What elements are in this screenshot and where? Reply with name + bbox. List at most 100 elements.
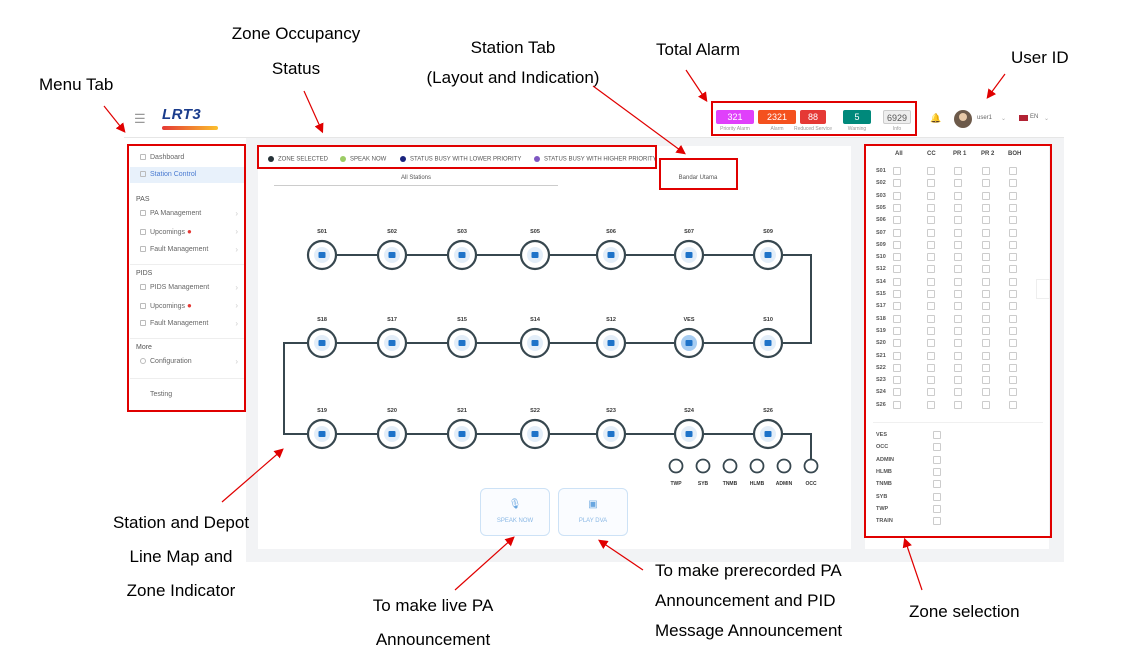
zone-checkbox[interactable] [982, 400, 990, 409]
zone-checkbox[interactable] [927, 326, 935, 335]
zone-checkbox[interactable] [954, 290, 962, 298]
depot-node[interactable] [722, 458, 738, 474]
sidebar-item-pids-management[interactable]: PIDS Management › [130, 280, 244, 296]
sidebar-item-pas-fault-management[interactable]: Fault Management › [130, 242, 244, 258]
zone-checkbox[interactable] [954, 203, 962, 212]
zone-checkbox[interactable] [982, 191, 990, 200]
zone-checkbox[interactable] [893, 253, 901, 262]
zone-checkbox[interactable] [982, 363, 990, 372]
zone-checkbox[interactable] [893, 302, 901, 311]
zone-checkbox[interactable] [1009, 277, 1017, 286]
zone-checkbox[interactable] [927, 216, 935, 225]
zone-checkbox[interactable] [893, 277, 901, 286]
zone-checkbox[interactable] [893, 265, 901, 274]
zone-checkbox[interactable] [1009, 326, 1017, 335]
zone-checkbox[interactable] [982, 388, 990, 397]
zone-checkbox[interactable] [927, 339, 935, 348]
zone-checkbox[interactable] [1009, 302, 1017, 311]
zone-checkbox[interactable] [982, 326, 990, 335]
zone-checkbox[interactable] [954, 216, 962, 225]
side-drawer-handle[interactable] [1036, 279, 1050, 299]
zone-checkbox[interactable] [954, 228, 962, 237]
zone-checkbox[interactable] [1009, 191, 1017, 200]
depot-node[interactable] [668, 458, 684, 474]
zone-checkbox[interactable] [927, 265, 935, 274]
zone-checkbox[interactable] [927, 302, 935, 311]
language-select[interactable]: EN [1030, 114, 1038, 120]
zone-checkbox[interactable] [1009, 339, 1017, 348]
zone-checkbox[interactable] [954, 388, 962, 397]
zone-checkbox[interactable] [954, 240, 962, 249]
zone-checkbox[interactable] [982, 253, 990, 262]
depot-node[interactable] [749, 458, 765, 474]
play-dva-button[interactable]: ▣ PLAY DVA [558, 488, 628, 536]
zone-checkbox[interactable] [893, 339, 901, 348]
sidebar-item-pa-management[interactable]: PA Management › [130, 206, 244, 222]
zone-checkbox[interactable] [982, 351, 990, 360]
sidebar-item-dashboard[interactable]: Dashboard [130, 150, 244, 166]
zone-checkbox[interactable] [1009, 376, 1017, 385]
depot-node[interactable] [803, 458, 819, 474]
zone-checkbox[interactable] [954, 253, 962, 262]
zone-checkbox[interactable] [893, 216, 901, 225]
hamburger-icon[interactable]: ☰ [134, 111, 146, 127]
zone-checkbox[interactable] [893, 167, 901, 175]
zone-checkbox[interactable] [954, 363, 962, 372]
depot-node[interactable] [776, 458, 792, 474]
zone-checkbox[interactable] [927, 363, 935, 372]
zone-checkbox[interactable] [933, 480, 941, 489]
zone-checkbox[interactable] [1009, 388, 1017, 397]
zone-checkbox[interactable] [954, 326, 962, 335]
zone-checkbox[interactable] [1009, 290, 1017, 298]
zone-checkbox[interactable] [927, 290, 935, 298]
speak-now-button[interactable]: 🎙 SPEAK NOW [480, 488, 550, 536]
zone-checkbox[interactable] [927, 253, 935, 262]
zone-checkbox[interactable] [1009, 216, 1017, 225]
zone-checkbox[interactable] [927, 388, 935, 397]
zone-checkbox[interactable] [982, 240, 990, 249]
zone-checkbox[interactable] [927, 191, 935, 200]
zone-checkbox[interactable] [927, 240, 935, 249]
zone-checkbox[interactable] [893, 363, 901, 372]
zone-checkbox[interactable] [927, 376, 935, 385]
zone-checkbox[interactable] [982, 302, 990, 311]
zone-checkbox[interactable] [982, 277, 990, 286]
zone-checkbox[interactable] [982, 216, 990, 225]
zone-checkbox[interactable] [893, 179, 901, 188]
sidebar-item-pids-fault-management[interactable]: Fault Management › [130, 316, 244, 332]
zone-checkbox[interactable] [1009, 253, 1017, 262]
zone-checkbox[interactable] [1009, 203, 1017, 212]
zone-checkbox[interactable] [982, 179, 990, 188]
zone-checkbox[interactable] [1009, 179, 1017, 188]
zone-checkbox[interactable] [954, 191, 962, 200]
zone-checkbox[interactable] [927, 351, 935, 360]
depot-node[interactable] [695, 458, 711, 474]
zone-checkbox[interactable] [933, 431, 941, 439]
zone-checkbox[interactable] [933, 443, 941, 452]
zone-checkbox[interactable] [954, 179, 962, 188]
chevron-down-icon[interactable]: ⌄ [1044, 115, 1049, 122]
zone-checkbox[interactable] [954, 277, 962, 286]
zone-checkbox[interactable] [954, 351, 962, 360]
zone-checkbox[interactable] [893, 351, 901, 360]
sidebar-item-configuration[interactable]: Configuration › [130, 354, 244, 370]
alarm-warning[interactable]: 5 Warning [838, 110, 876, 132]
zone-checkbox[interactable] [954, 314, 962, 323]
alarm-info[interactable]: 6929 Info [878, 110, 916, 132]
zone-checkbox[interactable] [1009, 363, 1017, 372]
zone-checkbox[interactable] [982, 376, 990, 385]
zone-checkbox[interactable] [1009, 314, 1017, 323]
zone-checkbox[interactable] [1009, 167, 1017, 175]
zone-checkbox[interactable] [933, 492, 941, 501]
zone-checkbox[interactable] [982, 339, 990, 348]
alarm-reduced-service[interactable]: 88 Reduced Service [793, 110, 833, 132]
zone-checkbox[interactable] [927, 277, 935, 286]
zone-checkbox[interactable] [893, 240, 901, 249]
zone-checkbox[interactable] [893, 326, 901, 335]
alarm-alarm[interactable]: 2321 Alarm [758, 110, 796, 132]
zone-checkbox[interactable] [893, 376, 901, 385]
zone-checkbox[interactable] [954, 376, 962, 385]
zone-checkbox[interactable] [933, 517, 941, 526]
sidebar-item-station-control[interactable]: Station Control [130, 167, 244, 183]
zone-checkbox[interactable] [982, 228, 990, 237]
